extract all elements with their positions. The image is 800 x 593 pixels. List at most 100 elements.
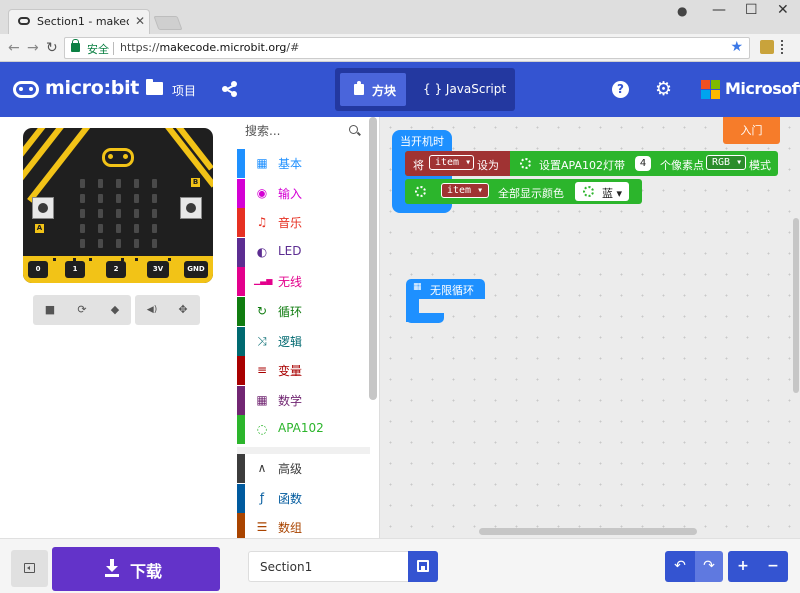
led [116,224,121,233]
download-button[interactable]: 下载 [52,547,220,591]
led [80,179,85,188]
getting-started-button[interactable]: 入门 [723,117,780,144]
toolbox-category[interactable]: ≡ 变量 [237,356,370,386]
toolbox-category[interactable]: ◉ 输入 [237,178,370,208]
category-label: 函数 [278,491,303,506]
favicon-icon [18,17,30,25]
category-label: 输入 [278,186,303,201]
toolbox-category[interactable]: ◐ LED [237,237,370,267]
profile-icon[interactable]: ● [677,4,687,18]
button-b-label: B [191,178,200,187]
restart-button[interactable]: ⟳ [74,302,90,318]
download-icon-base [105,574,119,577]
color-dropdown[interactable]: 蓝 ▾ [602,185,622,201]
share-icon[interactable] [222,81,238,97]
reload-button[interactable]: ↻ [46,40,58,56]
microbit-logo-icon[interactable] [13,81,39,98]
led [98,209,103,218]
bookmark-star-icon[interactable]: ★ [730,39,743,55]
collapse-simulator-button[interactable] [11,550,48,587]
workspace-vertical-scrollbar[interactable] [793,218,799,393]
tab-strip: Section1 - makecode.m ✕ ● — ☐ ✕ [0,0,800,34]
toolbox-category[interactable]: ƒ 函数 [237,483,370,513]
tab-javascript[interactable]: { } JavaScript [411,73,509,106]
pin-gnd[interactable]: GND [184,261,208,278]
search-icon[interactable] [349,125,358,134]
category-icon: ⤨ [257,333,267,348]
zoom-out-button[interactable]: − [758,551,788,582]
redo-button[interactable]: ↷ [695,551,723,582]
url-text: https://makecode.microbit.org/# [120,41,300,54]
apa102-spinner-icon [415,186,426,197]
lock-icon [71,39,80,52]
toolbox-category[interactable]: ▁▃▅ 无线 [237,267,370,297]
stop-button[interactable]: ■ [42,302,58,318]
browser-tab-active[interactable]: Section1 - makecode.m ✕ [8,9,150,34]
toolbox-scrollbar[interactable] [369,117,377,400]
projects-button[interactable]: 项目 [172,82,196,99]
mute-button[interactable]: ◀) [141,302,163,318]
save-button[interactable] [408,551,438,582]
color-mode-dropdown[interactable]: RGB ▾ [706,155,746,170]
window-maximize-button[interactable]: ☐ [745,2,758,18]
zoom-in-button[interactable]: + [728,551,758,582]
variable-dropdown[interactable]: item ▾ [429,155,474,170]
category-label: 高级 [278,462,303,476]
toolbox-category[interactable]: ∧ 高级 [237,454,370,483]
project-name-input[interactable] [248,551,408,582]
led [116,194,121,203]
apa102-spinner-icon [520,158,531,169]
pin-3v[interactable]: 3V [147,261,169,278]
address-bar[interactable]: 安全 https://makecode.microbit.org/# ★ [64,37,750,59]
address-separator [113,42,114,55]
new-tab-button[interactable] [153,16,183,30]
category-label: 数组 [278,521,303,536]
fullscreen-button[interactable]: ✥ [175,302,191,318]
led [134,224,139,233]
back-button[interactable]: ← [8,40,20,56]
strip-pin [168,258,171,261]
toolbox-category[interactable]: ▦ 基本 [237,149,370,178]
category-icon: ▁▃▅ [254,276,273,286]
browser-menu-icon[interactable] [781,40,785,54]
forever-block-foot [406,313,444,323]
toolbox-category[interactable]: ⤨ 逻辑 [237,326,370,356]
help-icon[interactable]: ? [612,81,629,98]
window-minimize-button[interactable]: — [712,2,726,18]
blocks-workspace[interactable]: 入门 当开机时 将 item ▾ 设为 设置APA102灯带 4 个像素点 RG… [380,117,800,538]
forever-label: 无限循环 [430,284,474,297]
search-input[interactable] [245,121,345,141]
folder-icon[interactable] [146,79,163,95]
extension-icon[interactable] [760,40,774,54]
gear-icon[interactable]: ⚙ [655,78,672,100]
tab-javascript-label: { } JavaScript [423,82,507,96]
toolbox-category[interactable]: ◌ APA102 [237,415,370,445]
secure-label: 安全 [87,43,109,56]
button-b[interactable] [180,197,202,219]
pin-1[interactable]: 1 [65,261,85,278]
app-logo-text[interactable]: micro:bit [45,77,139,99]
microsoft-logo-icon[interactable] [701,80,720,99]
board-logo-icon[interactable] [102,148,134,167]
workspace-horizontal-scrollbar[interactable] [479,528,697,535]
slow-motion-button[interactable]: ◆ [107,302,123,318]
undo-button[interactable]: ↶ [665,551,695,582]
variable-dropdown[interactable]: item ▾ [441,183,489,198]
tab-blocks[interactable]: 方块 [340,73,406,106]
tab-close-icon[interactable]: ✕ [135,14,145,28]
pixel-count-input[interactable]: 4 [635,156,651,171]
pin-2[interactable]: 2 [106,261,126,278]
button-a[interactable] [32,197,54,219]
pin-0[interactable]: 0 [28,261,48,278]
led [80,224,85,233]
toolbox-divider [237,447,370,454]
category-label: 数学 [278,393,303,408]
microsoft-brand-text[interactable]: Microsoft [725,79,800,98]
toolbox-category[interactable]: ↻ 循环 [237,297,370,326]
window-close-button[interactable]: ✕ [777,2,789,18]
toolbox-category[interactable]: ♫ 音乐 [237,208,370,238]
toolbox-category[interactable]: ▦ 数学 [237,385,370,415]
microbit-board[interactable]: A B 0 1 2 3V GND [23,128,213,283]
set-mid-label: 设为 [477,159,499,172]
forward-button[interactable]: → [27,40,39,56]
